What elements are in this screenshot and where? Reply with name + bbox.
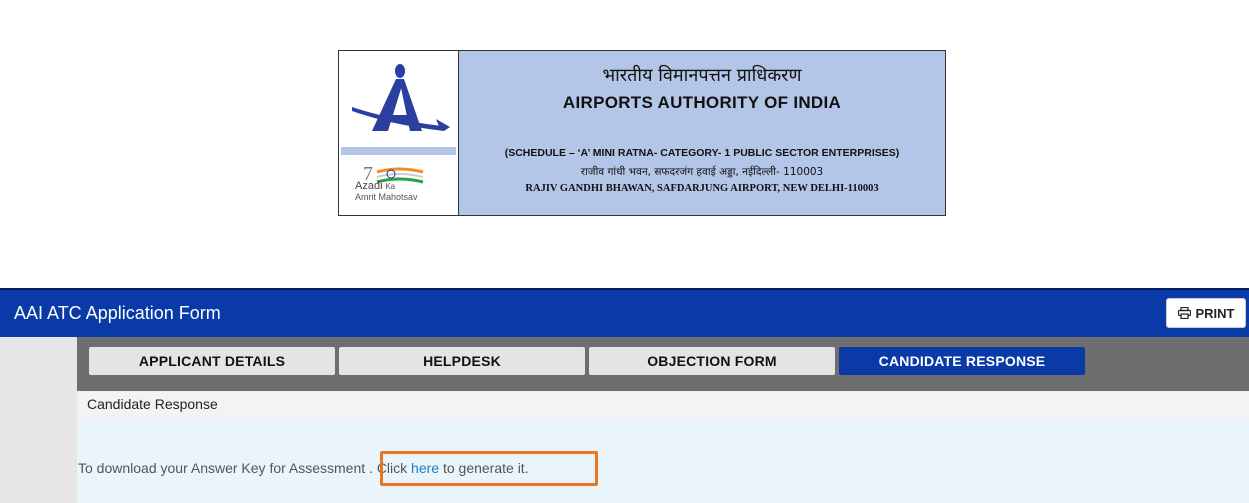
instruction-text-before: To download your Answer Key for Assessme… bbox=[78, 460, 412, 476]
aai-logo bbox=[339, 51, 458, 147]
logo-divider bbox=[341, 147, 456, 155]
hindi-address: राजीव गांधी भवन, सफदरजंग हवाई अड्डा, नईद… bbox=[580, 166, 824, 178]
tab-candidate-response[interactable]: CANDIDATE RESPONSE bbox=[839, 347, 1085, 375]
tab-bar: APPLICANT DETAILS HELPDESK OBJECTION FOR… bbox=[77, 337, 1249, 391]
english-org-title: AIRPORTS AUTHORITY OF INDIA bbox=[562, 93, 842, 112]
aai-letterhead-banner: 7 Azadi Ka Amrit Mahotsav भारतीय विमानपत… bbox=[338, 50, 946, 216]
tab-label: HELPDESK bbox=[423, 353, 501, 369]
logo-panel: 7 Azadi Ka Amrit Mahotsav bbox=[339, 51, 459, 215]
tab-label: APPLICANT DETAILS bbox=[138, 353, 286, 369]
english-address: RAJIV GANDHI BHAWAN, SAFDARJUNG AIRPORT,… bbox=[525, 183, 879, 194]
section-header: Candidate Response bbox=[77, 391, 1249, 420]
tab-applicant-details[interactable]: APPLICANT DETAILS bbox=[89, 347, 335, 375]
azadi-ka-amrit-mahotsav-logo: 7 Azadi Ka Amrit Mahotsav bbox=[339, 155, 458, 215]
aai-logo-icon bbox=[351, 64, 450, 131]
schedule-line: (SCHEDULE – ‘A’ MINI RATNA- CATEGORY- 1 … bbox=[504, 147, 900, 159]
form-title: AAI ATC Application Form bbox=[14, 303, 221, 323]
banner-text-block: भारतीय विमानपत्तन प्राधिकरण AIRPORTS AUT… bbox=[459, 51, 945, 215]
tab-helpdesk[interactable]: HELPDESK bbox=[339, 347, 585, 375]
highlight-annotation-box bbox=[380, 451, 598, 486]
printer-icon bbox=[1177, 307, 1191, 319]
tab-objection-form[interactable]: OBJECTION FORM bbox=[589, 347, 835, 375]
print-label: PRINT bbox=[1195, 305, 1235, 321]
left-gutter bbox=[0, 337, 77, 503]
ka-word: Ka bbox=[385, 182, 396, 191]
tab-label: CANDIDATE RESPONSE bbox=[878, 353, 1046, 369]
azadi-word: Azadi bbox=[355, 180, 383, 192]
print-button[interactable]: PRINT bbox=[1166, 298, 1246, 328]
form-header-bar: AAI ATC Application Form PRINT bbox=[0, 288, 1249, 337]
tab-label: OBJECTION FORM bbox=[647, 353, 777, 369]
hindi-org-title: भारतीय विमानपत्तन प्राधिकरण bbox=[602, 65, 802, 86]
section-title: Candidate Response bbox=[87, 396, 218, 412]
amrit-mahotsav-words: Amrit Mahotsav bbox=[355, 192, 418, 202]
azadi-logo-text: Azadi Ka Amrit Mahotsav bbox=[355, 181, 418, 203]
